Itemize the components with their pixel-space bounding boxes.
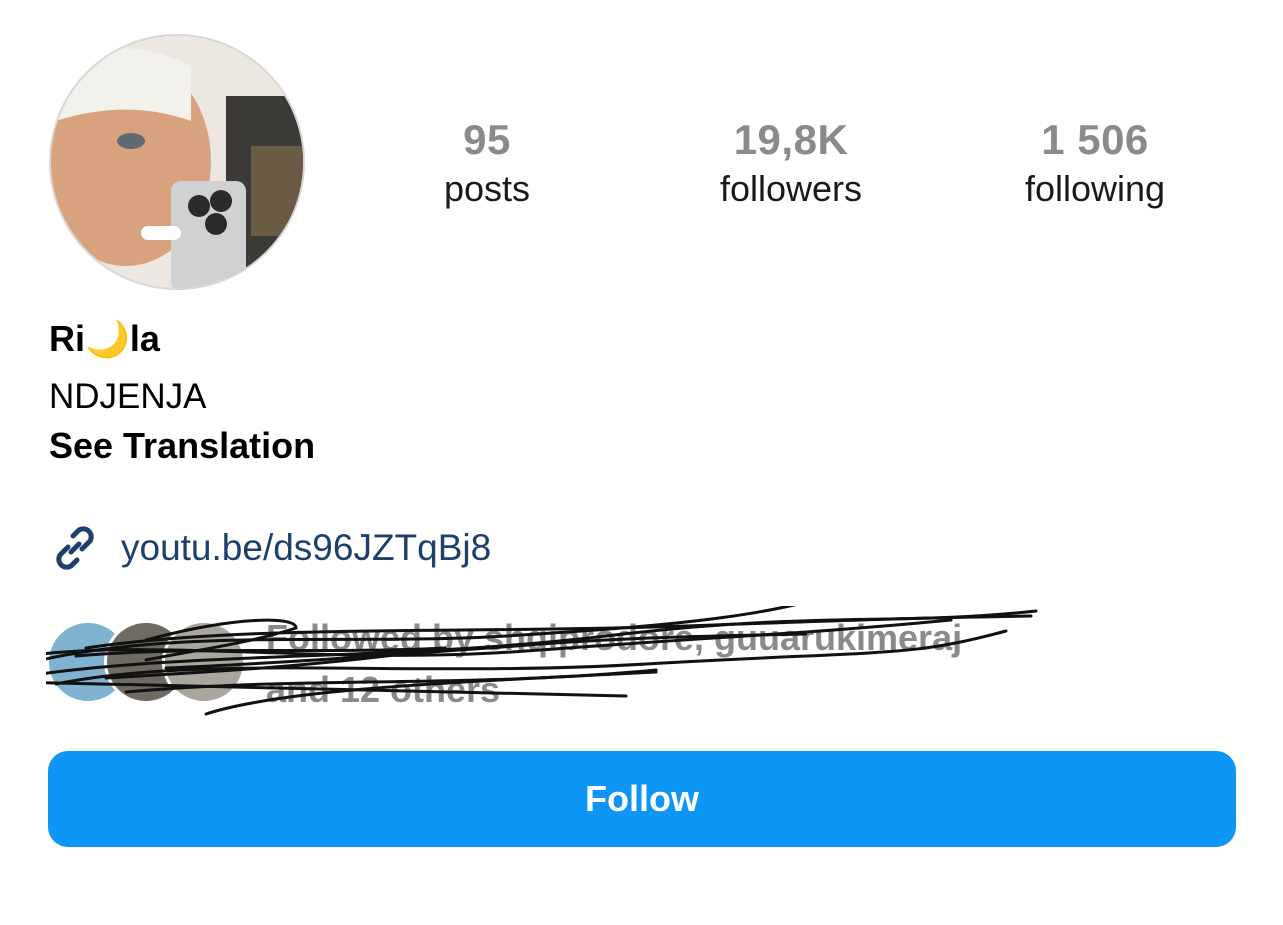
followers-count: 19,8K bbox=[733, 116, 849, 163]
avatar-photo bbox=[51, 36, 303, 288]
see-translation-link[interactable]: See Translation bbox=[49, 424, 315, 468]
stat-followers[interactable]: 19,8K followers bbox=[661, 115, 921, 213]
followed-by-line-2: and 12 others bbox=[266, 669, 501, 710]
link-icon bbox=[56, 526, 94, 570]
profile-link[interactable]: youtu.be/ds96JZTqBj8 bbox=[49, 520, 491, 576]
follower-avatar-3 bbox=[162, 620, 246, 704]
profile-link-text[interactable]: youtu.be/ds96JZTqBj8 bbox=[121, 523, 491, 573]
following-label: following bbox=[1024, 168, 1166, 209]
profile-name: Ri🌙la bbox=[49, 318, 160, 359]
follow-button[interactable]: Follow bbox=[48, 751, 1236, 847]
followed-by-section[interactable]: Followed by shqiprodore, guuarukimeraj a… bbox=[46, 606, 1096, 726]
stat-following[interactable]: 1 506 following bbox=[965, 115, 1225, 213]
posts-count: 95 bbox=[463, 116, 511, 163]
posts-label: posts bbox=[443, 168, 531, 209]
stat-posts[interactable]: 95 posts bbox=[357, 115, 617, 213]
following-count: 1 506 bbox=[1041, 116, 1149, 163]
followed-by-text: Followed by shqiprodore, guuarukimeraj a… bbox=[266, 612, 962, 716]
profile-bio: NDJENJA bbox=[49, 377, 207, 416]
profile-avatar[interactable] bbox=[49, 34, 305, 290]
followers-label: followers bbox=[719, 168, 863, 209]
followed-by-line-1: Followed by shqiprodore, guuarukimeraj bbox=[266, 617, 963, 658]
